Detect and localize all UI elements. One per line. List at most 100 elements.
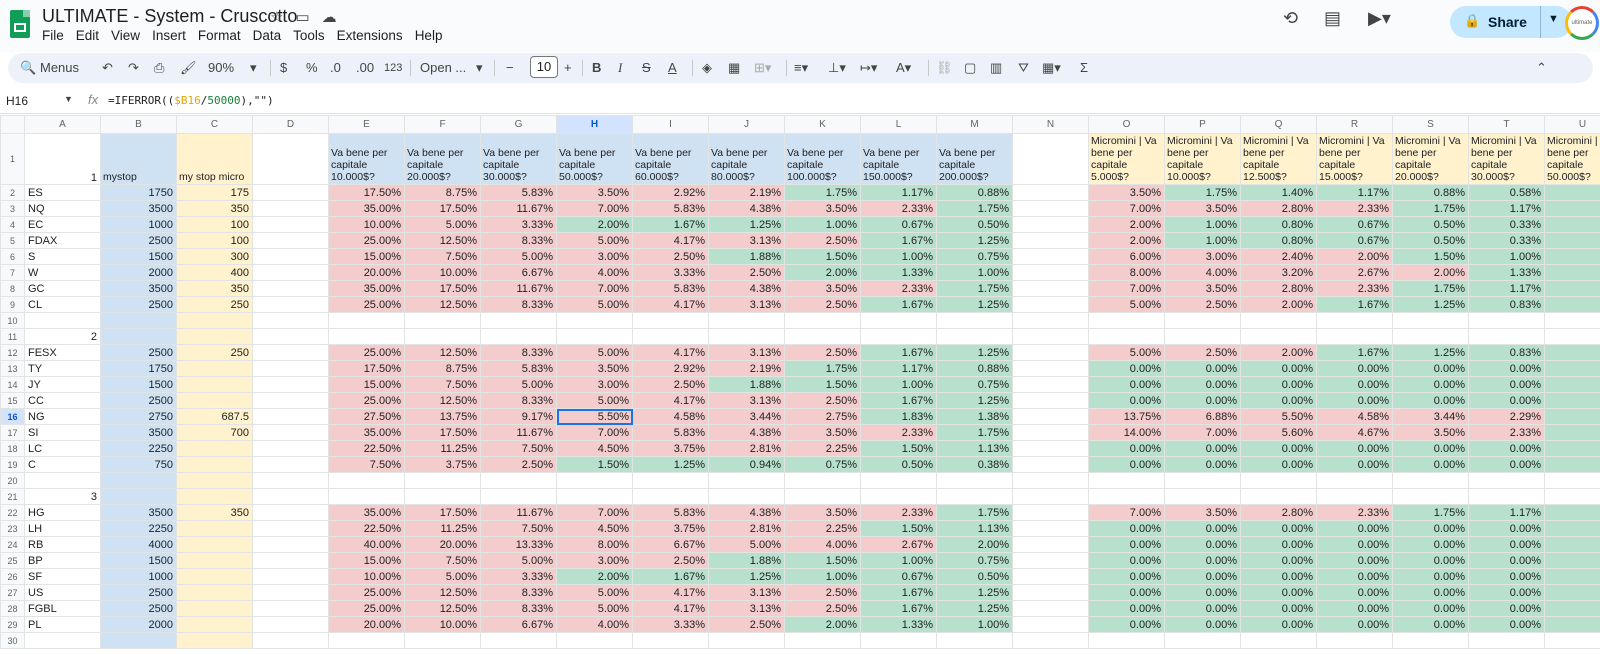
capital-ratio-cell[interactable]: 5.00% [404,568,481,585]
capital-ratio-cell[interactable]: 2.50% [632,376,709,393]
column-header-r[interactable]: R [1316,115,1393,134]
text-wrapping-icon[interactable]: ↦▾ [860,58,877,78]
move-folder-icon[interactable]: ▭ [295,8,309,26]
capital-ratio-cell[interactable]: 11.67% [480,200,557,217]
capital-ratio-cell[interactable]: 0.50% [936,216,1013,233]
capital-ratio-cell[interactable]: 7.50% [480,440,557,457]
micro-ratio-cell[interactable]: 0.00% [1316,440,1393,457]
cell[interactable] [1012,552,1089,569]
capital-ratio-cell[interactable]: 3.50% [784,424,861,441]
cell[interactable] [1012,344,1089,361]
micro-ratio-cell[interactable]: 2.29% [1468,408,1545,425]
cell[interactable] [1164,472,1241,489]
micro-ratio-cell[interactable]: 0.67% [1316,216,1393,233]
cell[interactable] [1544,488,1600,505]
capital-ratio-cell[interactable]: 1.88% [708,248,785,265]
cell[interactable] [480,488,557,505]
cell[interactable] [1012,216,1089,233]
micro-ratio-cell[interactable] [1544,424,1600,441]
cell[interactable] [860,472,937,489]
capital-ratio-cell[interactable]: 1.75% [784,184,861,201]
capital-ratio-cell[interactable]: 3.13% [708,392,785,409]
capital-ratio-cell[interactable]: 2.19% [708,184,785,201]
cell[interactable] [404,472,481,489]
mystop-cell[interactable]: 4000 [100,536,177,553]
micro-ratio-cell[interactable]: 0.50% [1392,216,1469,233]
capital-ratio-cell[interactable]: 15.00% [328,552,405,569]
symbol-cell[interactable]: EC [24,216,101,233]
capital-ratio-cell[interactable]: 1.88% [708,552,785,569]
row-header[interactable]: 2 [0,184,25,201]
cell[interactable] [176,472,253,489]
capital-ratio-cell[interactable]: 4.17% [632,392,709,409]
micro-ratio-cell[interactable]: 7.00% [1088,200,1165,217]
micro-ratio-cell[interactable]: 2.00% [1316,248,1393,265]
capital-ratio-cell[interactable]: 2.50% [784,600,861,617]
column-header-h[interactable]: H [556,115,633,134]
capital-ratio-cell[interactable]: 5.83% [632,504,709,521]
micro-ratio-cell[interactable]: 0.00% [1468,456,1545,473]
micro-ratio-cell[interactable]: 3.44% [1392,408,1469,425]
cell[interactable] [1316,328,1393,345]
capital-ratio-cell[interactable]: 35.00% [328,424,405,441]
capital-ratio-cell[interactable]: 12.50% [404,296,481,313]
capital-ratio-cell[interactable]: 1.67% [860,392,937,409]
capital-ratio-cell[interactable]: 12.50% [404,584,481,601]
cell[interactable] [1012,568,1089,585]
cell[interactable] [252,248,329,265]
cell[interactable] [860,328,937,345]
formula-input[interactable]: =IFERROR(($B16/50000),"") [108,94,274,107]
capital-ratio-cell[interactable]: 13.75% [404,408,481,425]
cell[interactable] [252,312,329,329]
micro-ratio-cell[interactable]: 0.00% [1240,440,1317,457]
row-header[interactable]: 16 [0,408,25,425]
capital-ratio-cell[interactable]: 1.25% [936,344,1013,361]
capital-ratio-cell[interactable]: 1.13% [936,520,1013,537]
capital-ratio-cell[interactable]: 1.25% [708,568,785,585]
mystop-micro-cell[interactable]: 400 [176,264,253,281]
micro-ratio-cell[interactable]: 0.00% [1316,456,1393,473]
insert-chart-icon[interactable]: ▥ [990,58,1002,78]
cell[interactable] [1012,248,1089,265]
capital-ratio-cell[interactable]: 3.00% [556,552,633,569]
cell[interactable] [100,328,177,345]
cell[interactable] [1012,600,1089,617]
header-cell[interactable]: Va bene per capitale 100.000$? [784,133,861,185]
capital-ratio-cell[interactable]: 7.50% [404,248,481,265]
capital-ratio-cell[interactable]: 2.00% [784,616,861,633]
menu-item-file[interactable]: File [42,28,64,43]
capital-ratio-cell[interactable]: 5.83% [632,200,709,217]
capital-ratio-cell[interactable]: 1.25% [936,232,1013,249]
capital-ratio-cell[interactable]: 3.00% [556,248,633,265]
micro-ratio-cell[interactable]: 1.25% [1392,344,1469,361]
symbol-cell[interactable]: FGBL [24,600,101,617]
cell[interactable] [632,472,709,489]
cell[interactable] [1012,392,1089,409]
column-header-l[interactable]: L [860,115,937,134]
capital-ratio-cell[interactable]: 1.67% [860,232,937,249]
micro-ratio-cell[interactable]: 0.00% [1316,568,1393,585]
micro-ratio-cell[interactable]: 0.00% [1088,392,1165,409]
capital-ratio-cell[interactable]: 2.33% [860,504,937,521]
capital-ratio-cell[interactable]: 0.38% [936,456,1013,473]
symbol-cell[interactable]: NG [24,408,101,425]
micro-ratio-cell[interactable] [1544,280,1600,297]
capital-ratio-cell[interactable]: 11.67% [480,424,557,441]
capital-ratio-cell[interactable]: 3.50% [784,200,861,217]
column-header-o[interactable]: O [1088,115,1165,134]
micro-ratio-cell[interactable]: 0.00% [1240,552,1317,569]
comments-icon[interactable]: ▤ [1324,8,1341,29]
mystop-cell[interactable]: 2500 [100,232,177,249]
capital-ratio-cell[interactable]: 11.67% [480,280,557,297]
header-cell[interactable]: Va bene per capitale 200.000$? [936,133,1013,185]
micro-ratio-cell[interactable]: 0.00% [1240,360,1317,377]
capital-ratio-cell[interactable]: 5.00% [556,232,633,249]
micro-ratio-cell[interactable]: 3.20% [1240,264,1317,281]
capital-ratio-cell[interactable]: 5.00% [556,344,633,361]
row-header[interactable]: 26 [0,568,25,585]
row-header[interactable]: 12 [0,344,25,361]
capital-ratio-cell[interactable]: 2.50% [480,456,557,473]
micro-ratio-cell[interactable] [1544,440,1600,457]
capital-ratio-cell[interactable]: 2.33% [860,200,937,217]
cell[interactable] [936,328,1013,345]
